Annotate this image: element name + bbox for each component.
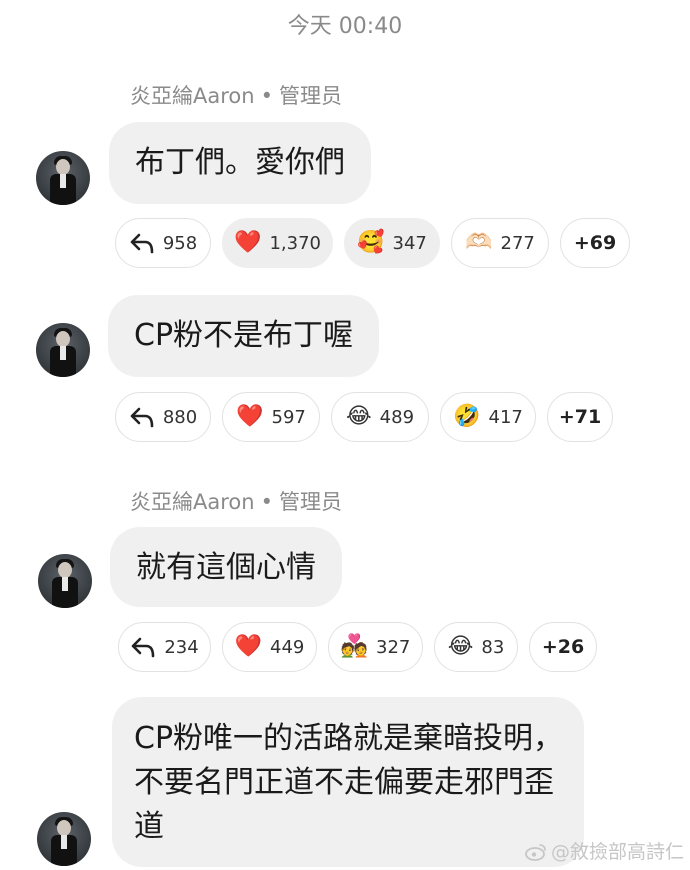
reaction-count: 597 [271, 406, 306, 428]
reaction-chip[interactable]: 🤣 417 [440, 392, 536, 442]
reaction-count: 277 [500, 232, 535, 254]
sender-role: 管理员 [278, 490, 342, 514]
sender-name[interactable]: 炎亞綸Aaron [130, 84, 255, 108]
smiling-face-with-hearts-icon: 🥰 [357, 230, 385, 255]
reply-count: 958 [162, 232, 198, 254]
reaction-chip[interactable]: 😂 83 [434, 622, 518, 672]
reply-count: 234 [164, 636, 199, 658]
reaction-count: 417 [488, 406, 523, 428]
red-heart-icon: ❤️ [236, 404, 264, 429]
watermark: @敘撿部高詩仁 [525, 837, 684, 864]
sender-role: 管理员 [278, 84, 342, 108]
reply-count: 880 [162, 406, 198, 428]
avatar[interactable] [36, 323, 90, 377]
sender-label: 炎亞綸Aaron • 管理员 [130, 486, 342, 516]
message-bubble[interactable]: 布丁們。愛你們 [109, 122, 371, 204]
reaction-chip[interactable]: ❤️ 449 [222, 622, 317, 672]
sender-label: 炎亞綸Aaron • 管理员 [130, 80, 342, 110]
message-bubble[interactable]: CP粉唯一的活路就是棄暗投明， 不要名門正道不走偏要走邪門歪 道 [112, 697, 584, 867]
reply-icon [132, 637, 155, 658]
message-line: 不要名門正道不走偏要走邪門歪 [134, 765, 554, 800]
sender-name[interactable]: 炎亞綸Aaron [130, 490, 255, 514]
heart-hands-icon: 🫶🏻 [465, 230, 493, 255]
couple-with-heart-icon: 💑 [340, 634, 369, 659]
avatar[interactable] [36, 151, 90, 205]
reaction-count: 1,370 [269, 232, 321, 254]
reply-icon [130, 233, 154, 254]
tears-of-joy-icon: 😂 [345, 404, 372, 429]
timestamp: 今天 00:40 [287, 14, 403, 39]
more-reactions-button[interactable]: +69 [560, 218, 630, 268]
reaction-chip[interactable]: 💑 327 [328, 622, 423, 672]
reaction-count: 449 [270, 636, 305, 658]
reaction-chip[interactable]: 🫶🏻 277 [451, 218, 549, 268]
avatar[interactable] [38, 554, 92, 608]
tears-of-joy-icon: 😂 [447, 634, 474, 659]
sender-separator: • [260, 490, 273, 514]
message-bubble[interactable]: CP粉不是布丁喔 [108, 295, 380, 377]
reaction-count: 327 [376, 636, 411, 658]
reaction-count: 83 [481, 636, 505, 658]
reaction-chip[interactable]: 🥰 347 [344, 218, 440, 268]
more-reactions-button[interactable]: +71 [547, 392, 613, 442]
message-bubble[interactable]: 就有這個心情 [110, 527, 342, 607]
red-heart-icon: ❤️ [234, 634, 263, 659]
rolling-on-floor-laughing-icon: 🤣 [453, 404, 481, 429]
reaction-chip[interactable]: ❤️ 1,370 [222, 218, 333, 268]
avatar[interactable] [37, 812, 91, 866]
sender-separator: • [260, 84, 273, 108]
watermark-text: @敘撿部高詩仁 [550, 841, 684, 863]
weibo-logo-icon [525, 844, 546, 861]
reply-button[interactable]: 958 [115, 218, 211, 268]
message-line: 道 [134, 809, 164, 844]
reaction-bar: 958 ❤️ 1,370 🥰 347 🫶🏻 277 +69 [115, 218, 641, 268]
more-reactions-button[interactable]: +26 [529, 622, 597, 672]
reply-icon [130, 407, 154, 428]
reaction-bar: 880 ❤️ 597 😂 489 🤣 417 +71 [115, 392, 624, 442]
reply-button[interactable]: 234 [118, 622, 211, 672]
reaction-chip[interactable]: ❤️ 597 [222, 392, 320, 442]
reaction-chip[interactable]: 😂 489 [331, 392, 429, 442]
reaction-count: 347 [392, 232, 427, 254]
message-line: CP粉唯一的活路就是棄暗投明， [134, 721, 564, 756]
reaction-bar: 234 ❤️ 449 💑 327 😂 83 +26 [118, 622, 608, 672]
red-heart-icon: ❤️ [234, 230, 262, 255]
reaction-count: 489 [379, 406, 415, 428]
reply-button[interactable]: 880 [115, 392, 211, 442]
